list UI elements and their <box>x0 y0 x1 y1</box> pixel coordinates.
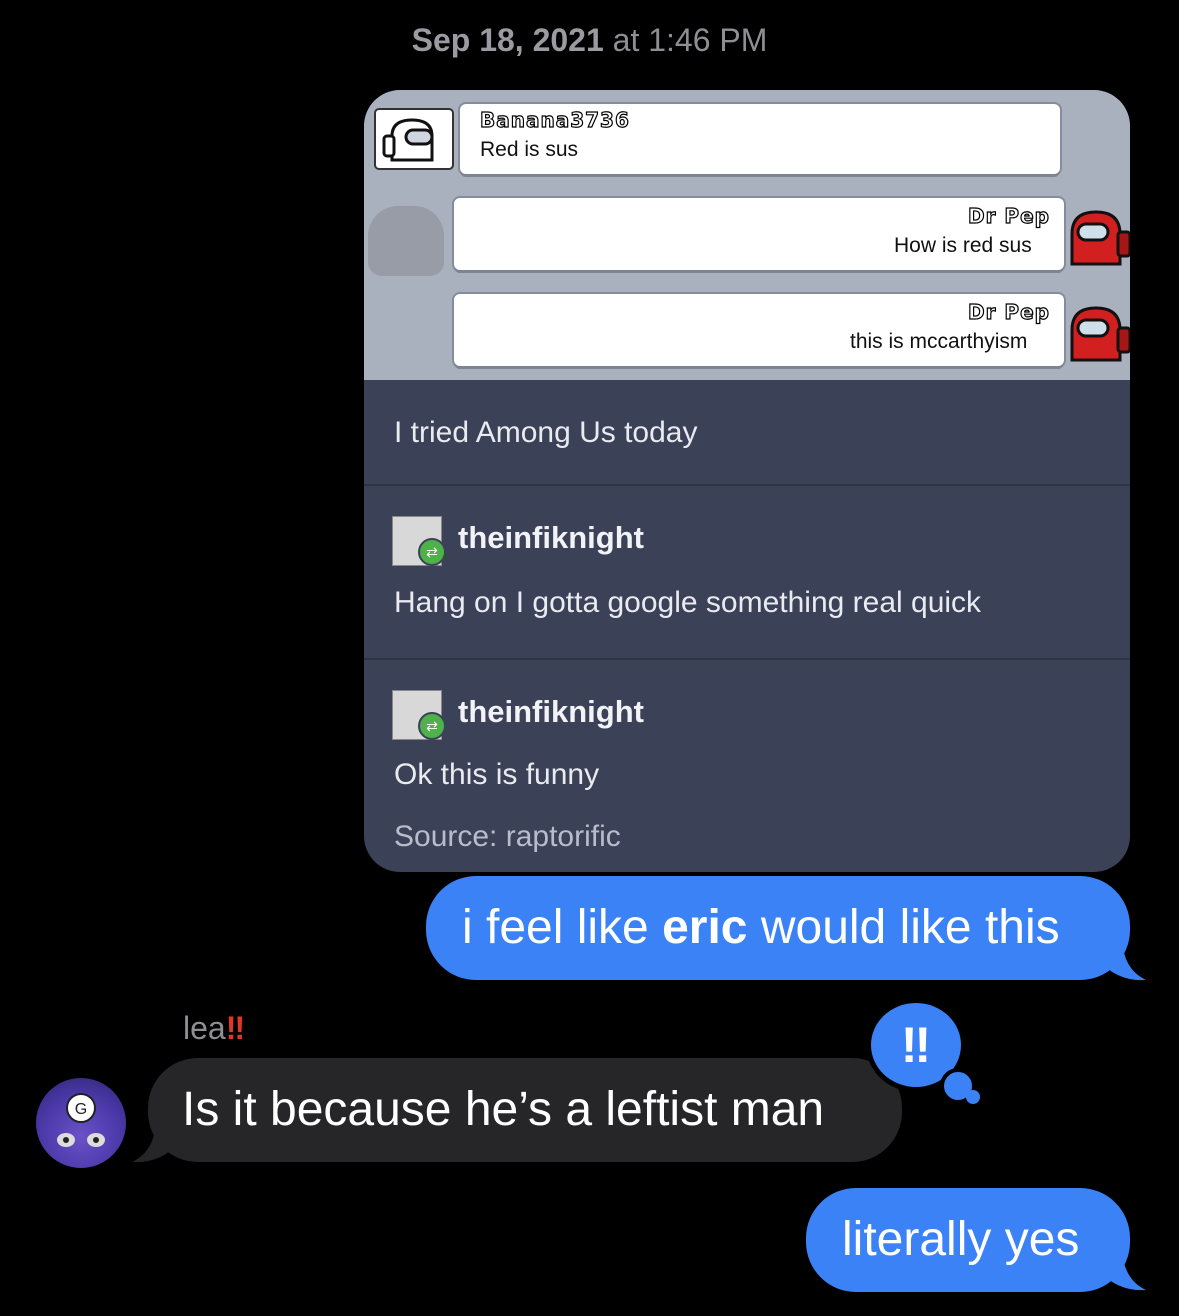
timestamp-time: at 1:46 PM <box>612 22 768 58</box>
avatar-face-icon: G <box>57 1093 105 1147</box>
sender-name: lea‼ <box>183 1010 245 1047</box>
divider <box>364 484 1130 486</box>
chat-name-2: Dr Pep <box>967 203 1050 228</box>
avatar[interactable]: G <box>36 1078 126 1168</box>
message-text-part: i feel like <box>462 901 663 954</box>
timestamp-date: Sep 18, 2021 <box>411 22 604 58</box>
white-crewmate-icon <box>374 108 454 175</box>
svg-text:G: G <box>75 1101 87 1118</box>
timestamp: Sep 18, 2021 at 1:46 PM <box>0 22 1179 59</box>
sender-emoji: ‼ <box>225 1010 246 1046</box>
ghost-crewmate-icon <box>368 206 444 276</box>
red-crewmate-icon <box>1066 300 1130 371</box>
sender-name-text: lea <box>183 1010 226 1046</box>
bubble-tail <box>1098 1250 1146 1291</box>
chat-name-1: Banana3736 <box>479 107 630 132</box>
chat-name-3: Dr Pep <box>967 299 1050 324</box>
incoming-message-1[interactable]: Is it because he’s a leftist man <box>148 1058 902 1162</box>
outgoing-message-1[interactable]: i feel like eric would like this <box>426 876 1130 980</box>
reblog-username-1: theinfiknight <box>458 520 644 555</box>
outgoing-message-2[interactable]: literally yes <box>806 1188 1130 1292</box>
tumblr-post: I tried Among Us today ⇄ theinfiknight H… <box>364 380 1130 872</box>
reblog-username-2: theinfiknight <box>458 694 644 729</box>
bubble-tail <box>1098 940 1146 981</box>
reblog-text-2: Ok this is funny <box>394 758 600 791</box>
red-crewmate-icon <box>1066 204 1130 275</box>
divider <box>364 658 1130 660</box>
reblog-icon: ⇄ <box>418 538 446 566</box>
post-text: I tried Among Us today <box>394 416 698 449</box>
chat-msg-3: this is mccarthyism <box>850 330 1028 353</box>
among-us-chat: Banana3736 Red is sus Dr Pep How is red … <box>364 90 1130 380</box>
reblog-text-1: Hang on I gotta google something real qu… <box>394 586 982 619</box>
chat-msg-2: How is red sus <box>894 234 1032 257</box>
message-text-part: would like this <box>747 901 1060 954</box>
reblog-icon: ⇄ <box>418 712 446 740</box>
post-source: Source: raptorific <box>394 820 621 853</box>
message-text-bold: eric <box>662 901 748 954</box>
chat-msg-1: Red is sus <box>480 138 579 161</box>
tapback-tail <box>966 1090 980 1104</box>
shared-image[interactable]: Banana3736 Red is sus Dr Pep How is red … <box>364 90 1130 872</box>
